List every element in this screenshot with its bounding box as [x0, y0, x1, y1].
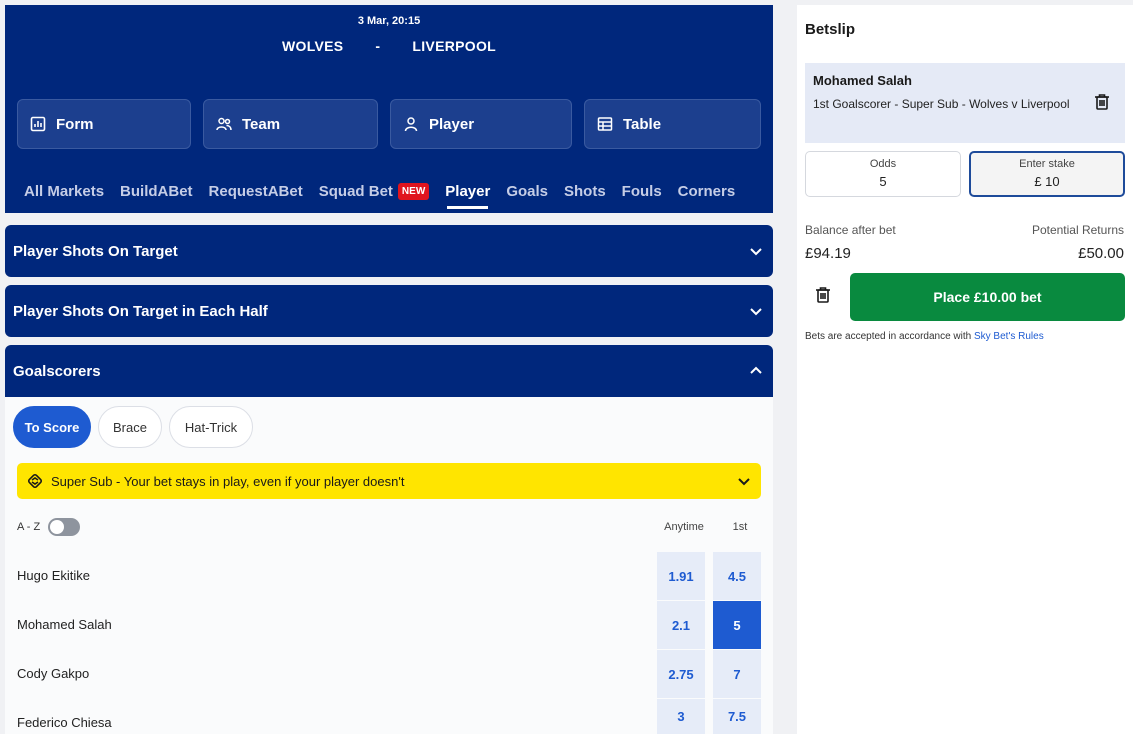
tab-shots[interactable]: Shots [564, 183, 606, 200]
stake-label: Enter stake [1019, 158, 1075, 170]
market-player-shots-on-target-each-half[interactable]: Player Shots On Target in Each Half [5, 285, 773, 337]
pill-brace[interactable]: Brace [98, 406, 162, 448]
app-root: 3 Mar, 20:15 WOLVES - LIVERPOOL Form Team … [0, 0, 1133, 734]
player-button[interactable]: Player [390, 99, 572, 149]
match-teams: WOLVES - LIVERPOOL [5, 38, 773, 54]
returns-label: Potential Returns [1031, 223, 1124, 237]
sort-az-label: A - Z [17, 521, 41, 533]
odds-first-button[interactable]: 7 [713, 650, 761, 698]
rules-link[interactable]: Sky Bet's Rules [974, 331, 1044, 342]
player-button-label: Player [429, 115, 475, 133]
market-column: 3 Mar, 20:15 WOLVES - LIVERPOOL Form Team … [5, 5, 773, 734]
form-button[interactable]: Form [17, 99, 191, 149]
chevron-up-icon [750, 366, 762, 374]
pill-hat-trick[interactable]: Hat-Trick [169, 406, 253, 448]
tab-corners[interactable]: Corners [678, 183, 736, 200]
player-name: Cody Gakpo [17, 666, 90, 681]
market-player-shots-on-target[interactable]: Player Shots On Target [5, 225, 773, 277]
tab-goals[interactable]: Goals [506, 183, 548, 200]
away-team: LIVERPOOL [412, 38, 496, 54]
betslip-selection: Mohamed Salah 1st Goalscorer - Super Sub… [805, 63, 1125, 143]
market-title: Player Shots On Target in Each Half [13, 302, 268, 320]
form-button-label: Form [56, 115, 94, 133]
tab-squad-bet-label: Squad Bet [318, 182, 393, 200]
returns-value: £50.00 [1078, 245, 1124, 262]
betslip-title: Betslip [805, 21, 856, 38]
odds-anytime-button[interactable]: 2.1 [657, 601, 705, 649]
team-button[interactable]: Team [203, 99, 378, 149]
sort-az-toggle[interactable] [48, 518, 81, 536]
balance-value: £94.19 [805, 245, 851, 262]
tab-buildabet[interactable]: BuildABet [120, 183, 193, 200]
odds-anytime-button[interactable]: 1.91 [657, 552, 705, 600]
home-team: WOLVES [281, 38, 344, 54]
player-name: Mohamed Salah [17, 617, 112, 632]
chevron-down-icon [750, 308, 762, 316]
chevron-down-icon [750, 248, 762, 256]
table-icon [597, 117, 613, 131]
balance-label: Balance after bet [805, 223, 896, 237]
trash-icon[interactable] [1093, 93, 1111, 111]
column-first: 1st [732, 521, 748, 533]
team-icon [216, 117, 232, 131]
odds-first-button-selected[interactable]: 5 [713, 601, 761, 649]
table-button-label: Table [623, 115, 662, 133]
bar-chart-icon [30, 116, 46, 132]
tab-squad-bet[interactable]: Squad Bet NEW [318, 182, 430, 200]
market-title: Goalscorers [13, 362, 101, 380]
column-anytime: Anytime [664, 521, 704, 533]
super-sub-banner[interactable]: Super Sub - Your bet stays in play, even… [17, 463, 761, 499]
selection-name: Mohamed Salah [813, 73, 912, 88]
clear-betslip-icon[interactable] [814, 286, 832, 304]
super-sub-text: Super Sub - Your bet stays in play, even… [51, 473, 405, 489]
team-button-label: Team [242, 115, 281, 133]
match-datetime: 3 Mar, 20:15 [357, 15, 421, 27]
sort-az: A - Z [17, 518, 81, 536]
pill-to-score[interactable]: To Score [13, 406, 91, 448]
tab-all-markets[interactable]: All Markets [24, 183, 104, 200]
tab-fouls[interactable]: Fouls [622, 183, 662, 200]
stake-value: £ 10 [1034, 174, 1060, 189]
selection-description: 1st Goalscorer - Super Sub - Wolves v Li… [813, 97, 1070, 111]
odds-box: Odds 5 [805, 151, 961, 197]
odds-first-button[interactable]: 7.5 [713, 699, 761, 734]
chevron-down-icon [738, 478, 750, 486]
table-button[interactable]: Table [584, 99, 761, 149]
odds-value: 5 [879, 174, 887, 189]
swap-icon [27, 473, 43, 489]
market-goalscorers[interactable]: Goalscorers [5, 345, 773, 397]
odds-anytime-button[interactable]: 3 [657, 699, 705, 734]
goalscorers-panel: To Score Brace Hat-Trick Super Sub - You… [5, 397, 773, 734]
market-tabs: All Markets BuildABet RequestABet Squad … [24, 179, 751, 209]
match-header: 3 Mar, 20:15 WOLVES - LIVERPOOL Form Team … [5, 5, 773, 213]
odds-label: Odds [869, 158, 897, 170]
place-bet-button[interactable]: Place £10.00 bet [850, 273, 1125, 321]
market-title: Player Shots On Target [13, 242, 178, 260]
team-separator: - [375, 38, 381, 54]
person-icon [404, 117, 418, 132]
tab-requestabet[interactable]: RequestABet [209, 183, 303, 200]
rules-text: Bets are accepted in accordance with [805, 331, 974, 342]
rules-notice: Bets are accepted in accordance with Sky… [805, 331, 1044, 342]
tab-player[interactable]: Player [445, 183, 490, 209]
stake-input[interactable]: Enter stake £ 10 [969, 151, 1125, 197]
odds-first-button[interactable]: 4.5 [713, 552, 761, 600]
player-name: Hugo Ekitike [17, 568, 90, 583]
odds-anytime-button[interactable]: 2.75 [657, 650, 705, 698]
player-name: Federico Chiesa [17, 715, 112, 730]
new-badge: NEW [397, 182, 430, 200]
betslip: Betslip Mohamed Salah 1st Goalscorer - S… [797, 5, 1133, 734]
